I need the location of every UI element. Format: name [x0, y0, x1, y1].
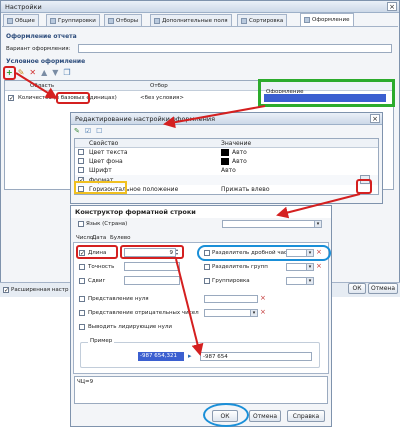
annotation-arrows	[15, 72, 361, 356]
arrow-add-to-area	[15, 72, 58, 100]
arrow-design-to-editor	[163, 105, 266, 129]
arrow-length-to-example	[175, 258, 204, 356]
arrow-ellipsis-to-format	[276, 193, 361, 219]
